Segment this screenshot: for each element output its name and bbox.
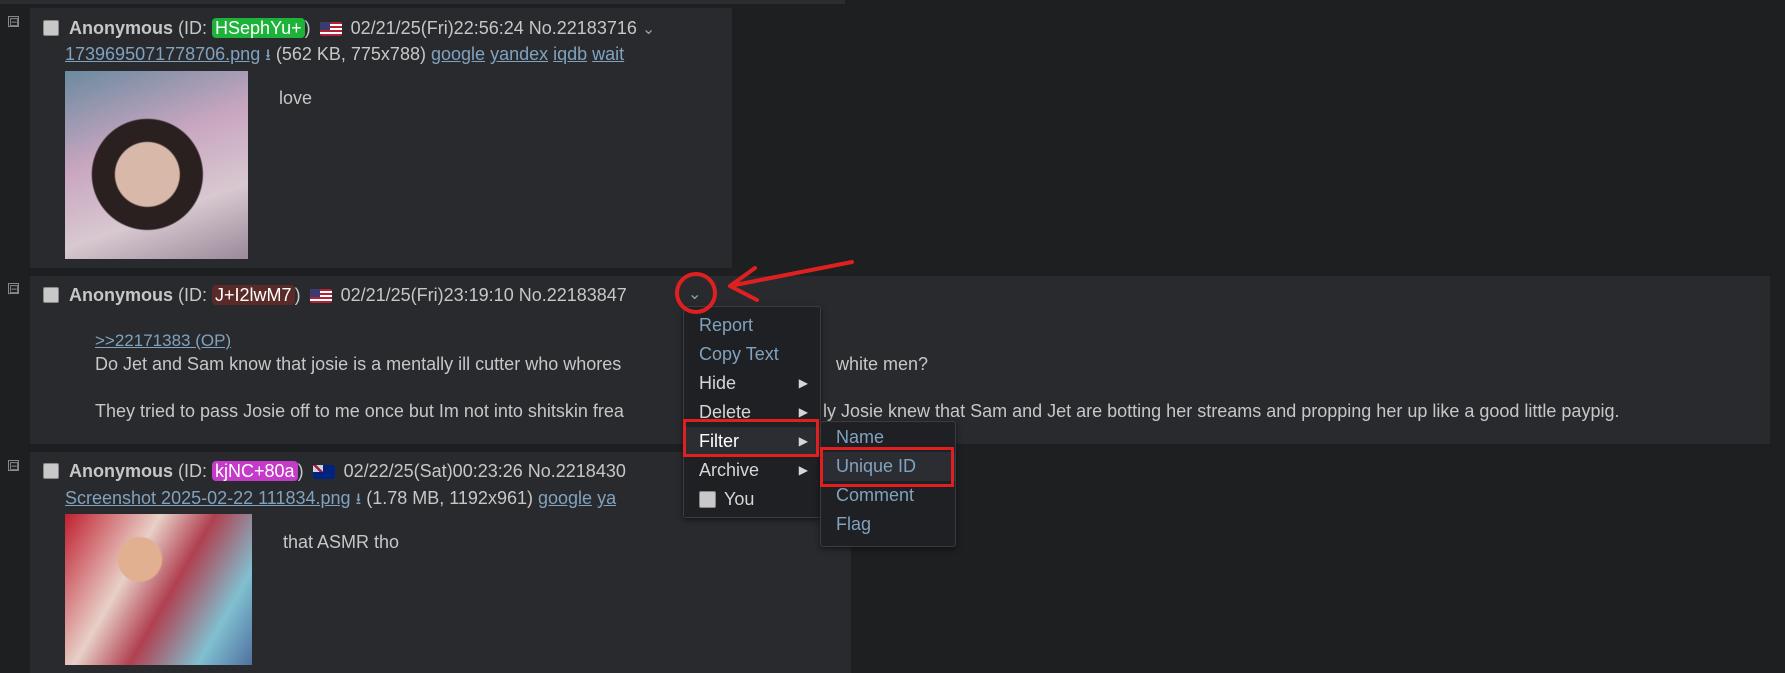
annotation-arrow [728,260,854,302]
annotation-overlay [675,260,854,314]
annotation-circle [675,272,717,314]
